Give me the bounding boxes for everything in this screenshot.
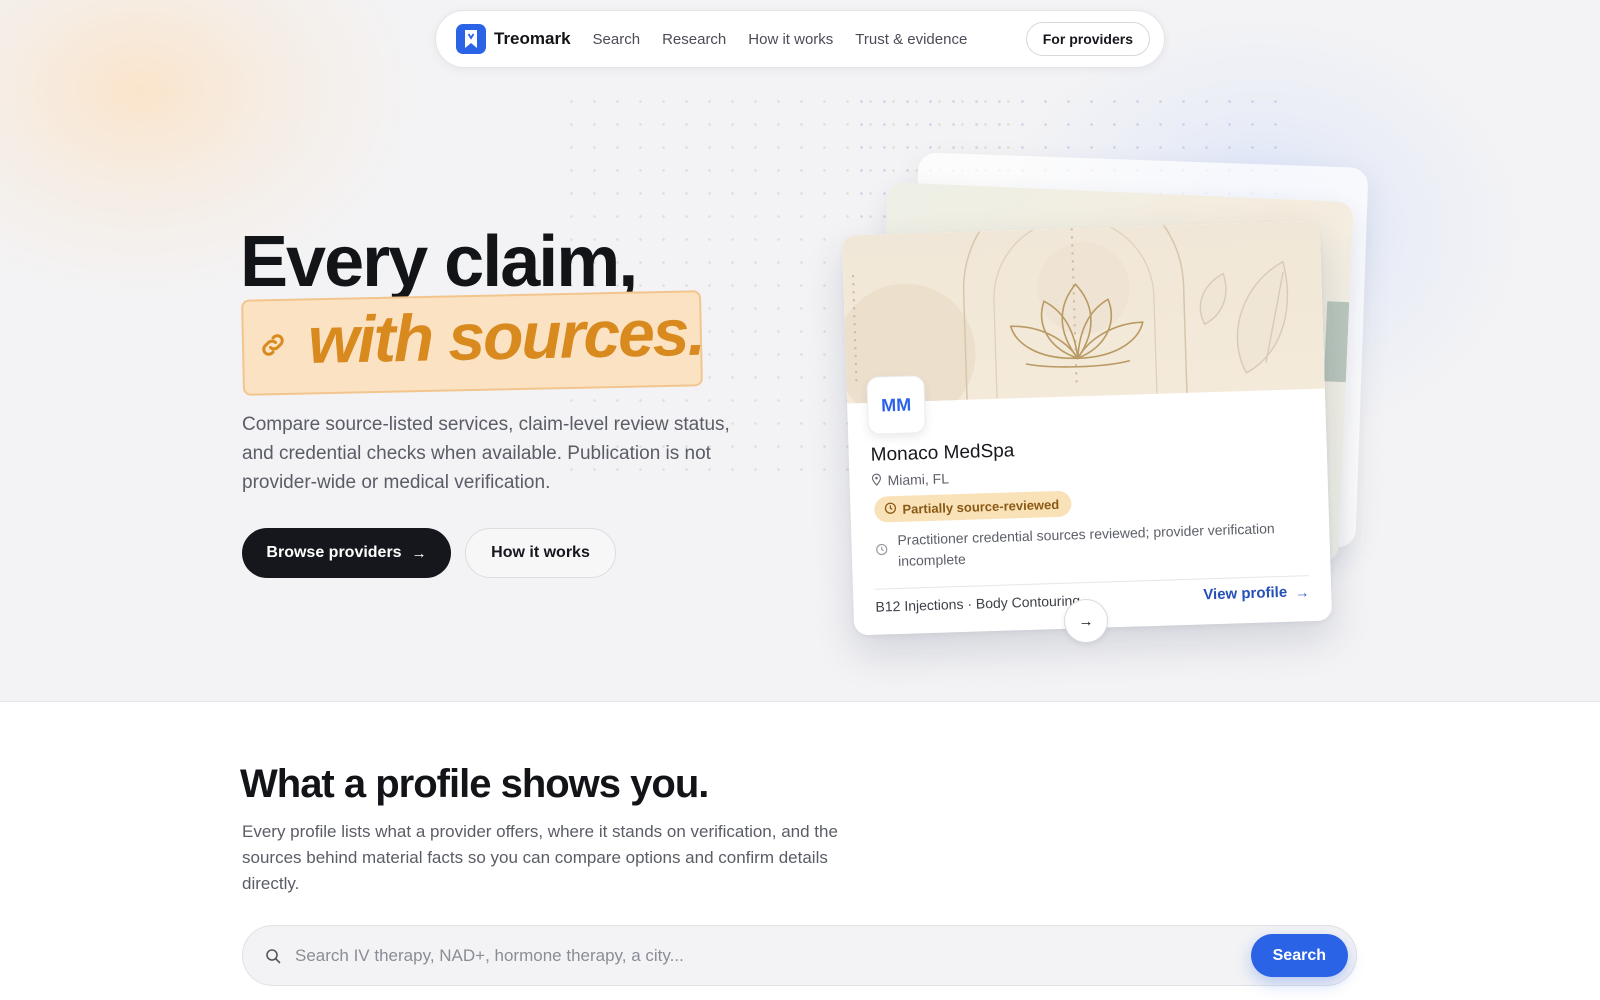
nav-link-trust-evidence[interactable]: Trust & evidence: [855, 31, 967, 48]
top-nav: Treomark Search Research How it works Tr…: [435, 10, 1165, 68]
section-title: What a profile shows you.: [240, 762, 709, 806]
verification-note: Practitioner credential sources reviewed…: [875, 517, 1306, 572]
clock-icon: [884, 502, 897, 517]
hero-headline: Every claim,: [240, 222, 638, 302]
hero-headline-emphasis: with sources.: [307, 294, 705, 377]
browse-providers-button[interactable]: Browse providers →: [242, 528, 451, 578]
provider-card[interactable]: MM Monaco MedSpa Miami, FL Partially sou…: [841, 220, 1333, 636]
nav-link-research[interactable]: Research: [662, 31, 726, 48]
bookmark-logo-icon[interactable]: [456, 24, 486, 54]
status-badge-text: Partially source-reviewed: [902, 496, 1060, 517]
arrow-right-icon: →: [1294, 583, 1310, 601]
search-button[interactable]: Search: [1250, 934, 1348, 977]
carousel-next-button[interactable]: →: [1064, 599, 1108, 643]
hero-subtitle: Compare source-listed services, claim-le…: [242, 414, 730, 493]
for-providers-button[interactable]: For providers: [1025, 22, 1150, 56]
provider-location-text: Miami, FL: [887, 470, 950, 489]
arrow-right-icon: →: [1078, 612, 1094, 630]
status-badge: Partially source-reviewed: [874, 490, 1072, 523]
nav-link-how-it-works[interactable]: How it works: [748, 31, 833, 48]
link-icon: [258, 330, 288, 365]
nav-link-search[interactable]: Search: [593, 31, 641, 48]
search-icon: [265, 948, 281, 964]
map-pin-icon: [871, 472, 882, 488]
browse-providers-label: Browse providers: [266, 544, 402, 561]
hero-section: Treomark Search Research How it works Tr…: [0, 0, 1600, 702]
view-profile-link[interactable]: View profile →: [1203, 583, 1310, 604]
clock-icon: [875, 540, 888, 572]
provider-name[interactable]: Monaco MedSpa: [870, 440, 1014, 467]
provider-location: Miami, FL: [871, 470, 949, 488]
brand-name[interactable]: Treomark: [494, 29, 571, 49]
section-subtitle: Every profile lists what a provider offe…: [242, 822, 838, 893]
search-bar: Search: [242, 925, 1357, 986]
view-profile-label: View profile: [1203, 583, 1288, 604]
arrow-right-icon: →: [411, 544, 427, 562]
card-art-fragment: [1323, 301, 1350, 383]
search-input[interactable]: [295, 945, 1251, 966]
provider-services: B12 Injections · Body Contouring: [875, 592, 1081, 615]
how-it-works-button[interactable]: How it works: [465, 528, 616, 578]
verification-note-text: Practitioner credential sources reviewed…: [897, 520, 1275, 569]
provider-monogram: MM: [866, 375, 927, 435]
